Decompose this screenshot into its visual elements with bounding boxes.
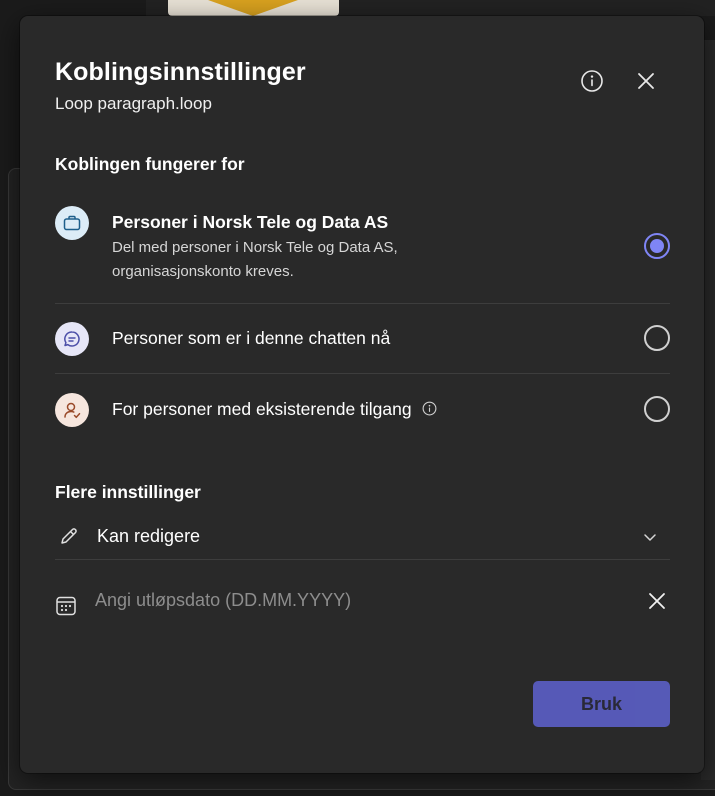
info-button[interactable] bbox=[577, 66, 607, 96]
option-icon-container bbox=[55, 393, 89, 427]
option-label: Personer i Norsk Tele og Data AS bbox=[112, 212, 389, 232]
option-organization[interactable]: Personer i Norsk Tele og Data AS Del med… bbox=[55, 204, 670, 288]
radio-existing-access[interactable] bbox=[644, 396, 670, 422]
calendar-icon bbox=[56, 596, 76, 616]
permission-value: Kan redigere bbox=[97, 526, 201, 546]
info-icon bbox=[581, 70, 603, 92]
option-label: For personer med eksisterende tilgang bbox=[112, 399, 437, 420]
person-access-icon bbox=[64, 402, 81, 419]
background-thumbnail-image bbox=[208, 0, 298, 16]
expiry-date-input[interactable]: Angi utløpsdato (DD.MM.YYYY) bbox=[95, 590, 351, 611]
divider bbox=[55, 373, 670, 374]
permission-dropdown[interactable]: Kan redigere bbox=[55, 516, 670, 558]
radio-chat-members[interactable] bbox=[644, 325, 670, 351]
radio-organization[interactable] bbox=[644, 233, 670, 259]
close-icon bbox=[638, 73, 654, 89]
chevron-down-icon bbox=[644, 534, 656, 541]
apply-button[interactable]: Bruk bbox=[533, 681, 670, 727]
dialog-subtitle: Loop paragraph.loop bbox=[55, 94, 212, 113]
close-button[interactable] bbox=[631, 66, 661, 96]
option-description-line: Del med personer i Norsk Tele og Data AS… bbox=[112, 239, 398, 256]
divider bbox=[55, 559, 670, 560]
background-thumbnail bbox=[168, 0, 339, 16]
option-existing-access[interactable]: For personer med eksisterende tilgang bbox=[55, 391, 670, 445]
divider bbox=[55, 303, 670, 304]
option-label: Personer som er i denne chatten nå bbox=[112, 328, 391, 348]
option-chat-members[interactable]: Personer som er i denne chatten nå bbox=[55, 320, 670, 374]
link-settings-dialog: Koblingsinnstillinger Loop paragraph.loo… bbox=[20, 16, 704, 773]
option-icon-container bbox=[55, 206, 89, 240]
option-label-text: For personer med eksisterende tilgang bbox=[112, 399, 412, 419]
link-works-for-heading: Koblingen fungerer for bbox=[55, 154, 245, 174]
briefcase-icon bbox=[63, 215, 81, 231]
option-icon-container bbox=[55, 322, 89, 356]
dialog-title: Koblingsinnstillinger bbox=[55, 58, 306, 86]
clear-date-icon[interactable] bbox=[648, 592, 666, 610]
chat-icon bbox=[64, 331, 80, 347]
expiry-date-field[interactable]: Angi utløpsdato (DD.MM.YYYY) bbox=[55, 582, 670, 622]
more-settings-heading: Flere innstillinger bbox=[55, 482, 201, 502]
info-icon[interactable] bbox=[422, 401, 437, 416]
pencil-icon bbox=[61, 528, 77, 544]
option-description-line: organisasjonskonto kreves. bbox=[112, 263, 294, 280]
option-description: Del med personer i Norsk Tele og Data AS… bbox=[112, 236, 532, 284]
radio-selected-dot bbox=[650, 239, 664, 253]
